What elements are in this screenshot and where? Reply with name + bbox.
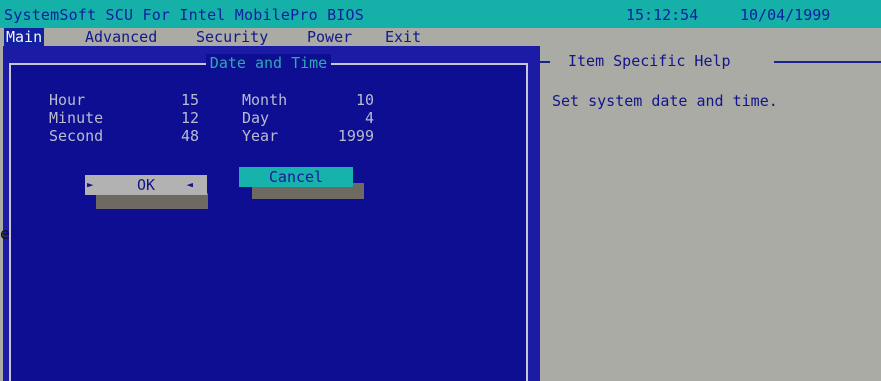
system-date: 10/04/1999 bbox=[740, 6, 831, 24]
dialog-title: Date and Time bbox=[205, 54, 332, 72]
day-label: Day bbox=[242, 109, 270, 127]
second-value[interactable]: 48 bbox=[157, 127, 199, 145]
year-value[interactable]: 1999 bbox=[332, 127, 374, 145]
menu-item-exit[interactable]: Exit bbox=[383, 28, 423, 46]
month-value[interactable]: 10 bbox=[332, 91, 374, 109]
hour-label: Hour bbox=[49, 91, 86, 109]
help-title: Item Specific Help bbox=[568, 52, 731, 70]
menu-item-main[interactable]: Main bbox=[4, 28, 45, 46]
ok-right-arrow-icon: ◄ bbox=[186, 178, 193, 191]
bios-setup-screen: SystemSoft SCU For Intel MobilePro BIOS … bbox=[0, 0, 881, 381]
cancel-button-label: Cancel bbox=[268, 168, 324, 186]
help-text: Set system date and time. bbox=[552, 92, 778, 110]
month-label: Month bbox=[242, 91, 288, 109]
menu-item-advanced[interactable]: Advanced bbox=[83, 28, 159, 46]
help-panel: Item Specific Help Set system date and t… bbox=[540, 28, 881, 381]
ok-button[interactable]: ► OK ◄ bbox=[85, 175, 207, 195]
bios-title: SystemSoft SCU For Intel MobilePro BIOS bbox=[4, 6, 364, 24]
year-label: Year bbox=[242, 127, 279, 145]
second-label: Second bbox=[49, 127, 104, 145]
cancel-button[interactable]: Cancel bbox=[239, 167, 353, 187]
title-bar: SystemSoft SCU For Intel MobilePro BIOS … bbox=[0, 0, 881, 28]
ok-left-arrow-icon: ► bbox=[87, 178, 94, 191]
ok-button-shadow bbox=[96, 193, 208, 209]
day-value[interactable]: 4 bbox=[332, 109, 374, 127]
system-clock: 15:12:54 bbox=[626, 6, 699, 24]
menu-item-power[interactable]: Power bbox=[305, 28, 354, 46]
hour-value[interactable]: 15 bbox=[157, 91, 199, 109]
date-time-dialog: Date and Time Hour 15 Minute 12 Second 4… bbox=[9, 54, 528, 381]
menu-item-security[interactable]: Security bbox=[194, 28, 270, 46]
minute-label: Minute bbox=[49, 109, 104, 127]
minute-value[interactable]: 12 bbox=[157, 109, 199, 127]
menu-bar: Main Advanced Security Power Exit bbox=[0, 28, 540, 46]
ok-button-label: OK bbox=[136, 176, 156, 194]
